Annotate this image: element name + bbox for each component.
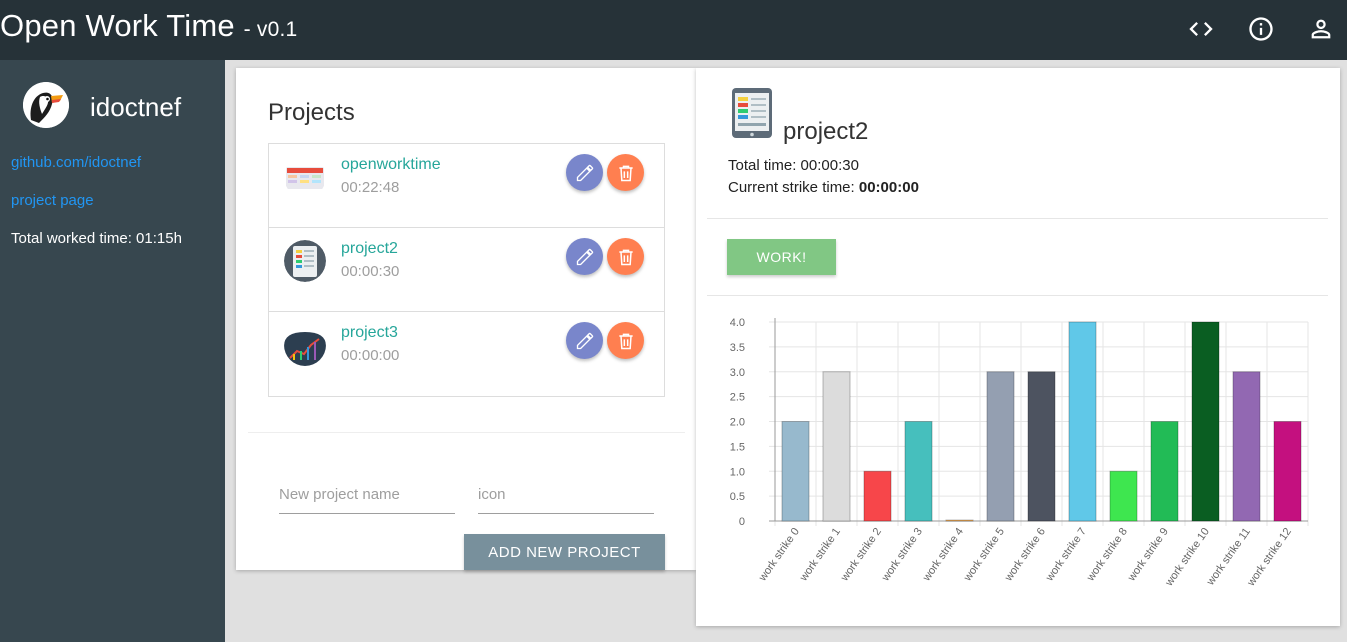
x-tick-label: work strike 2 xyxy=(838,526,884,584)
bar xyxy=(1150,421,1179,522)
pencil-icon xyxy=(576,332,593,349)
app-version: - v0.1 xyxy=(243,18,298,41)
x-tick-label: work strike 9 xyxy=(1125,526,1171,584)
app-title: Open Work Time - v0.1 xyxy=(0,8,297,44)
edit-project-button[interactable] xyxy=(566,322,603,359)
sidebar: idoctnef github.com/idoctnef project pag… xyxy=(0,60,225,642)
current-strike-value: 00:00:00 xyxy=(858,179,919,196)
y-tick-label: 3.0 xyxy=(730,367,745,379)
tablet-list-icon xyxy=(284,240,326,282)
y-tick-label: 4.0 xyxy=(730,317,745,329)
avatar xyxy=(23,82,69,128)
project-time: 00:22:48 xyxy=(341,179,400,196)
project-name[interactable]: project3 xyxy=(341,324,398,342)
x-tick-label: work strike 0 xyxy=(756,526,802,584)
y-tick-label: 2.5 xyxy=(730,392,745,404)
projects-card: Projects openworktime 00:22:48 project2 … xyxy=(236,68,696,570)
delete-project-button[interactable] xyxy=(607,238,644,275)
bar xyxy=(863,470,892,522)
current-strike-time: Current strike time: 00:00:00 xyxy=(728,179,919,196)
x-tick-label: work strike 11 xyxy=(1204,526,1253,589)
divider xyxy=(248,432,685,433)
pencil-icon xyxy=(576,164,593,181)
project-page-link[interactable]: project page xyxy=(11,192,94,209)
projects-title: Projects xyxy=(268,99,355,126)
add-new-project-button[interactable]: ADD NEW PROJECT xyxy=(464,534,665,570)
project-detail-card: project2 Total time: 00:00:30 Current st… xyxy=(696,68,1340,626)
info-icon[interactable] xyxy=(1246,14,1276,44)
delete-project-button[interactable] xyxy=(607,322,644,359)
project-list-item[interactable]: project3 00:00:00 xyxy=(269,312,664,396)
bar xyxy=(1273,421,1302,522)
edit-project-button[interactable] xyxy=(566,154,603,191)
project-time: 00:00:30 xyxy=(341,263,400,280)
project-name[interactable]: project2 xyxy=(341,240,398,258)
y-tick-label: 1.5 xyxy=(730,441,745,453)
top-app-bar: Open Work Time - v0.1 xyxy=(0,0,1347,60)
bar xyxy=(1068,321,1097,522)
y-tick-label: 3.5 xyxy=(730,342,745,354)
x-tick-label: work strike 3 xyxy=(879,526,925,584)
project-icon-input[interactable] xyxy=(478,476,654,514)
app-name: Open Work Time xyxy=(0,8,235,43)
project-list-item[interactable]: project2 00:00:30 xyxy=(269,228,664,312)
y-tick-label: 0.5 xyxy=(730,491,745,503)
code-icon[interactable] xyxy=(1186,14,1216,44)
puffin-logo-icon xyxy=(23,82,69,128)
x-tick-label: work strike 7 xyxy=(1043,526,1089,584)
github-link[interactable]: github.com/idoctnef xyxy=(11,154,141,171)
total-time: Total time: 00:00:30 xyxy=(728,157,859,174)
x-tick-label: work strike 4 xyxy=(920,526,966,584)
bar xyxy=(1232,371,1261,522)
project-detail-name: project2 xyxy=(783,118,869,145)
y-tick-label: 1.0 xyxy=(730,466,745,478)
bar xyxy=(904,421,933,522)
y-tick-label: 0 xyxy=(739,516,745,528)
bar xyxy=(822,371,851,522)
kanban-board-icon xyxy=(284,156,326,198)
x-tick-label: work strike 1 xyxy=(797,526,843,584)
work-button[interactable]: WORK! xyxy=(727,239,836,275)
work-strikes-bar-chart: 00.51.01.52.02.53.03.54.0work strike 0wo… xyxy=(730,317,1309,589)
x-tick-label: work strike 5 xyxy=(961,526,1007,584)
bar xyxy=(945,519,974,522)
total-time-value: 00:00:30 xyxy=(800,157,859,174)
edit-project-button[interactable] xyxy=(566,238,603,275)
line-chart-icon xyxy=(284,324,326,366)
bar xyxy=(781,421,810,522)
bar xyxy=(1109,470,1138,522)
new-project-name-input[interactable] xyxy=(279,476,455,514)
total-worked-time: Total worked time: 01:15h xyxy=(11,230,182,247)
trash-icon xyxy=(618,165,633,181)
trash-icon xyxy=(618,333,633,349)
y-tick-label: 2.0 xyxy=(730,417,745,429)
x-tick-label: work strike 8 xyxy=(1084,526,1130,584)
x-tick-label: work strike 6 xyxy=(1002,526,1048,584)
account-icon[interactable] xyxy=(1306,14,1336,44)
project-list: openworktime 00:22:48 project2 00:00:30 … xyxy=(268,143,665,397)
pencil-icon xyxy=(576,248,593,265)
username: idoctnef xyxy=(90,92,182,122)
project-time: 00:00:00 xyxy=(341,347,400,364)
bar xyxy=(1027,371,1056,522)
divider xyxy=(707,218,1328,219)
total-time-label: Total time: xyxy=(728,157,801,174)
project-name[interactable]: openworktime xyxy=(341,156,441,174)
delete-project-button[interactable] xyxy=(607,154,644,191)
project-list-item[interactable]: openworktime 00:22:48 xyxy=(269,144,664,228)
tablet-list-icon xyxy=(731,87,773,139)
trash-icon xyxy=(618,249,633,265)
bar xyxy=(986,371,1015,522)
x-tick-label: work strike 12 xyxy=(1245,526,1294,589)
bar xyxy=(1191,321,1220,522)
current-strike-label: Current strike time: xyxy=(728,179,859,196)
divider xyxy=(707,295,1328,296)
